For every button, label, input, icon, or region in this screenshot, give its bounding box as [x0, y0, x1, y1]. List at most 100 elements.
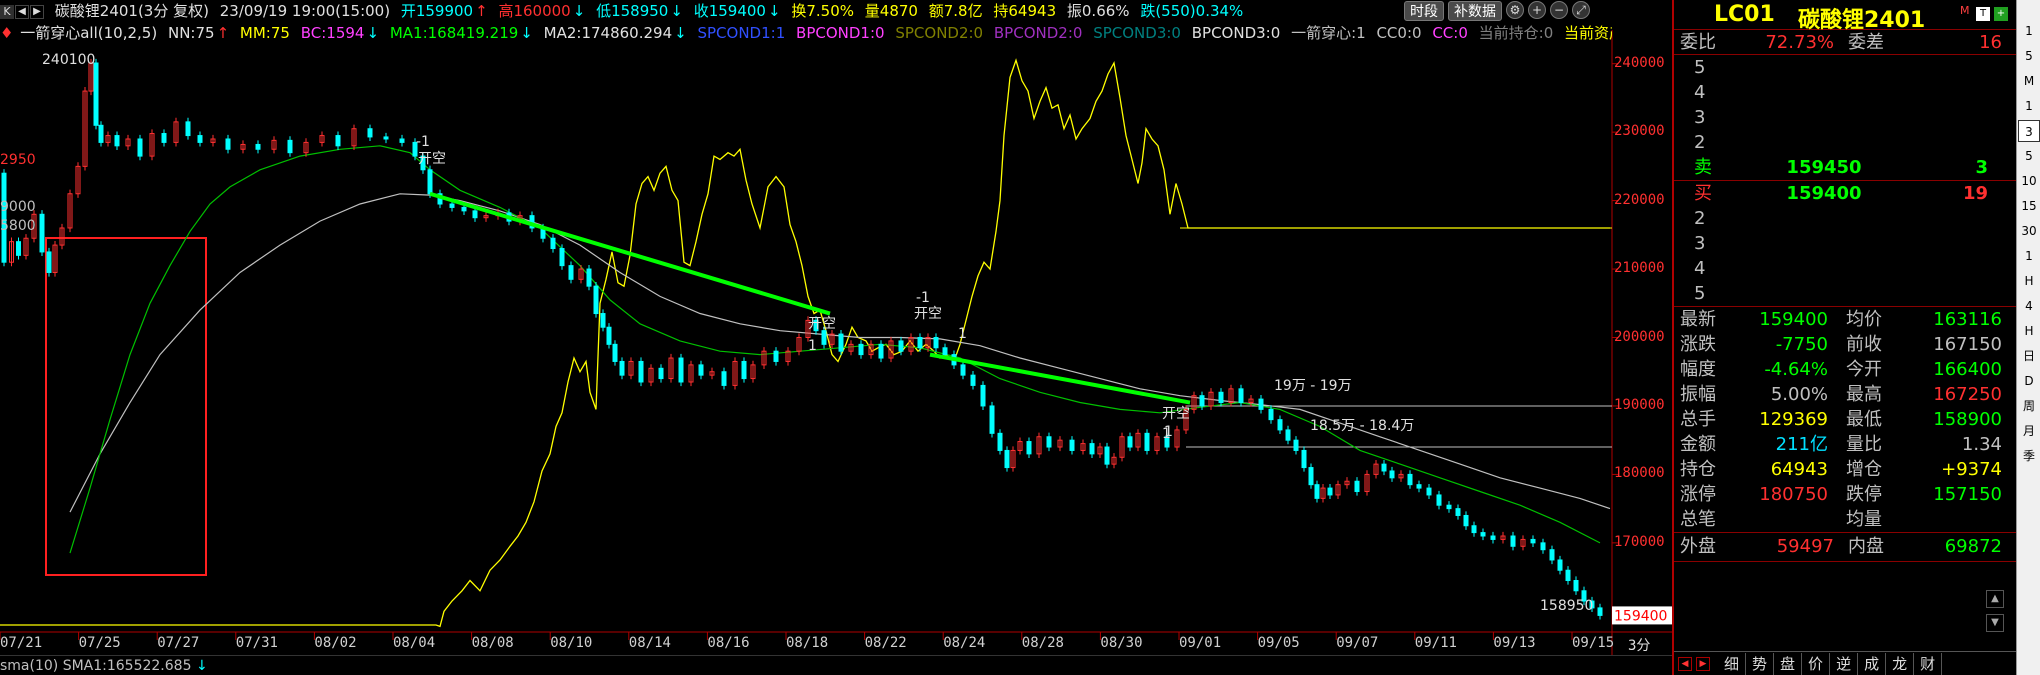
- t-icon[interactable]: T: [1976, 7, 1990, 21]
- candle-body: [678, 357, 684, 383]
- panel-tab[interactable]: 财: [1914, 652, 1943, 675]
- bid-level[interactable]: 4: [1674, 256, 2016, 281]
- outer-label: 外盘: [1680, 536, 1716, 557]
- period-button[interactable]: 1: [2018, 95, 2040, 117]
- period-button[interactable]: 5: [2018, 45, 2040, 67]
- tab-next-icon[interactable]: ▶: [1696, 656, 1710, 671]
- prev-icon[interactable]: ◀: [15, 4, 29, 19]
- ask-level[interactable]: 4: [1674, 80, 2016, 105]
- period-button[interactable]: H: [2018, 320, 2040, 342]
- period-button[interactable]: 5: [2018, 145, 2040, 167]
- next-icon[interactable]: ▶: [30, 4, 44, 19]
- period-button[interactable]: 30: [2018, 220, 2040, 242]
- scroll-down-icon[interactable]: ▼: [1986, 614, 2004, 632]
- volume-label: 量4870: [864, 2, 918, 20]
- stat-label: 涨停: [1680, 484, 1716, 505]
- level-label: 卖: [1694, 157, 1712, 178]
- signal-label-1: -1: [416, 134, 430, 150]
- y-tick-label: 220000: [1614, 191, 1665, 208]
- timeframe-button[interactable]: 时段: [1404, 1, 1444, 21]
- stat-value: 211亿: [1775, 434, 1828, 455]
- candle-body: [1455, 508, 1461, 516]
- ask-level[interactable]: 卖 159450 3: [1674, 155, 2016, 180]
- period-button[interactable]: 周: [2018, 395, 2040, 417]
- stat-value: 159400: [1759, 309, 1828, 330]
- stat-row: 涨停 180750 跌停 157150: [1674, 482, 2016, 507]
- chart-controls: 时段 补数据 ⚙ + − ⤢: [1404, 1, 1590, 21]
- period-button[interactable]: D: [2018, 370, 2040, 392]
- candle-body: [1463, 514, 1469, 527]
- candle-body: [933, 337, 939, 349]
- period-button[interactable]: 1: [2018, 20, 2040, 42]
- indicator-name[interactable]: 一箭穿心all(10,2,5): [20, 24, 157, 42]
- panel-tab[interactable]: 盘: [1774, 652, 1803, 675]
- settings-icon[interactable]: ⚙: [1506, 1, 1524, 19]
- panel-tab[interactable]: 价: [1802, 652, 1831, 675]
- period-button[interactable]: 季: [2018, 445, 2040, 467]
- candle-body: [980, 384, 986, 407]
- bid-level[interactable]: 5: [1674, 281, 2016, 306]
- stat-row: 总笔 均量: [1674, 507, 2016, 532]
- candle-body: [838, 333, 844, 352]
- scroll-up-icon[interactable]: ▲: [1986, 590, 2004, 608]
- period-button[interactable]: M: [2018, 70, 2040, 92]
- chart-area[interactable]: 240100 158950 2950 9000 5800 -1 开空 开空 1 -1 开空 1 1 开空 1…: [0, 0, 1672, 675]
- period-button[interactable]: 日: [2018, 345, 2040, 367]
- period-button[interactable]: H: [2018, 270, 2040, 292]
- zoom-out-icon[interactable]: −: [1550, 1, 1568, 19]
- close-label: 收159400 ↓: [693, 2, 781, 20]
- period-button[interactable]: 1: [2018, 245, 2040, 267]
- candle-body: [1490, 535, 1496, 540]
- panel-tab[interactable]: 逆: [1830, 652, 1859, 675]
- period-button[interactable]: 4: [2018, 295, 2040, 317]
- ask-level[interactable]: 3: [1674, 105, 2016, 130]
- bid-level[interactable]: 2: [1674, 206, 2016, 231]
- period-button[interactable]: 月: [2018, 420, 2040, 442]
- period-button[interactable]: 3: [2018, 120, 2040, 142]
- candle-body: [960, 364, 966, 376]
- candle-body: [1597, 607, 1603, 616]
- panel-tab[interactable]: 细: [1718, 652, 1747, 675]
- candle-body: [1301, 449, 1307, 469]
- stat-label: 均量: [1846, 509, 1882, 530]
- panel-tab[interactable]: 成: [1858, 652, 1887, 675]
- candle-body: [1089, 443, 1095, 455]
- stat-value: 5.00%: [1770, 384, 1828, 405]
- panel-tab[interactable]: 龙: [1886, 652, 1915, 675]
- ask-level[interactable]: 5: [1674, 55, 2016, 80]
- candle-body: [197, 135, 203, 143]
- period-button[interactable]: 10: [2018, 170, 2040, 192]
- bid-level[interactable]: 3: [1674, 231, 2016, 256]
- ask-book: 5 4 3 2 卖 159450 3: [1674, 55, 2016, 180]
- stat-label: 量比: [1846, 434, 1882, 455]
- zoom-in-icon[interactable]: +: [1528, 1, 1546, 19]
- candle-body: [1127, 436, 1133, 448]
- level-label: 3: [1694, 233, 1706, 254]
- expand-icon[interactable]: ⤢: [1572, 1, 1590, 19]
- trend-line-0: [429, 191, 831, 316]
- stat-row: 振幅 5.00% 最高 167250: [1674, 382, 2016, 407]
- cc0-value: CC0:0: [1376, 24, 1422, 42]
- period-button[interactable]: 15: [2018, 195, 2040, 217]
- add-icon[interactable]: +: [1994, 7, 2008, 21]
- candle-body: [917, 337, 923, 349]
- x-tick-label: 08/24: [943, 635, 986, 651]
- panel-tab[interactable]: 势: [1746, 652, 1775, 675]
- backfill-button[interactable]: 补数据: [1448, 1, 1502, 21]
- x-tick-label: 09/13: [1493, 635, 1536, 651]
- candle-body: [600, 313, 606, 328]
- tab-prev-icon[interactable]: ◀: [1678, 656, 1692, 671]
- bid-level[interactable]: 买 159400 19: [1674, 181, 2016, 206]
- candle-body: [721, 371, 727, 386]
- price-chart[interactable]: 240100158950295090005800-1开空开空1-1开空11开空1…: [0, 0, 1672, 675]
- k-icon[interactable]: K: [0, 4, 14, 19]
- inner-value: 69872: [1944, 536, 2002, 557]
- x-tick-label: 08/08: [471, 635, 514, 651]
- stat-label: 最新: [1680, 309, 1716, 330]
- candle-body: [612, 343, 618, 362]
- candle-body: [858, 343, 864, 356]
- menu-arrow-icon[interactable]: ♦: [0, 24, 13, 42]
- symbol-label: 碳酸锂2401(3分 复权): [54, 2, 209, 20]
- ask-level[interactable]: 2: [1674, 130, 2016, 155]
- signal-label-1b: 1: [808, 338, 817, 354]
